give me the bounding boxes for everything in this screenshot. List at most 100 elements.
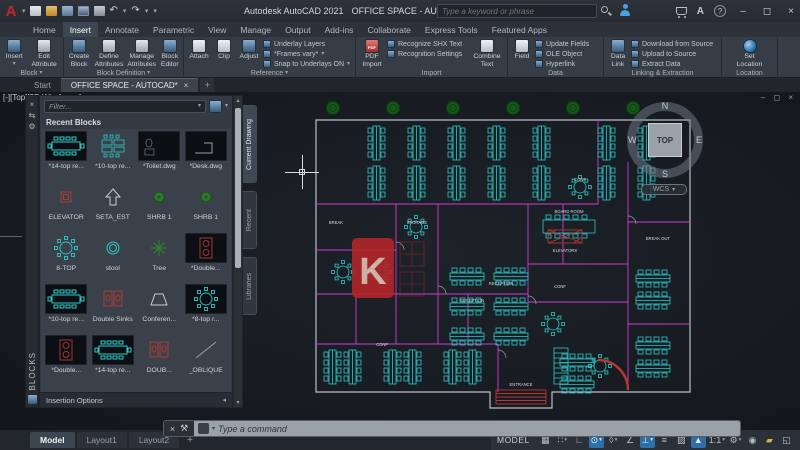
open-file-icon[interactable] xyxy=(46,6,57,16)
scrollbar-thumb[interactable] xyxy=(235,108,241,268)
isolate-objects-icon[interactable]: ◉ xyxy=(745,433,760,448)
help-icon[interactable]: ? xyxy=(714,5,726,17)
palette-properties-icon[interactable]: ⚙ xyxy=(28,121,35,132)
snap-to-underlays-button[interactable]: Snap to Underlays ON ▾ xyxy=(263,60,350,68)
sign-in-icon[interactable] xyxy=(620,4,630,17)
recognize-shx-button[interactable]: Recognize SHX Text xyxy=(387,40,469,48)
panel-label-block[interactable]: Block▾ xyxy=(0,68,63,78)
block-gallery-toggle-icon[interactable] xyxy=(209,100,222,113)
palette-scrollbar[interactable]: ▴ ▾ xyxy=(233,95,243,408)
pdf-import-button[interactable]: PDF PDF Import xyxy=(358,38,386,68)
clip-button[interactable]: Clip xyxy=(213,38,235,61)
clean-screen-icon[interactable]: ◱ xyxy=(779,433,794,448)
qat-customize-caret-icon[interactable]: ▾ xyxy=(153,7,157,15)
close-button[interactable]: × xyxy=(784,6,798,17)
palette-autohide-icon[interactable]: ⇆ xyxy=(29,110,36,121)
viewcube-west[interactable]: W xyxy=(628,135,637,145)
adjust-button[interactable]: Adjust xyxy=(236,38,262,61)
plot-icon[interactable] xyxy=(94,6,105,16)
redo-caret-icon[interactable]: ▾ xyxy=(145,7,149,15)
wcs-dropdown[interactable]: WCS ▾ xyxy=(641,184,687,195)
block-item[interactable]: *10-top re... xyxy=(43,284,90,335)
block-item[interactable]: SHRB 1 xyxy=(183,182,230,233)
block-item[interactable]: *Desk.dwg xyxy=(183,131,230,182)
restore-button[interactable]: ◻ xyxy=(760,6,774,17)
block-item[interactable]: SHRB 1 xyxy=(136,182,183,233)
panel-label-block-definition[interactable]: Block Definition▾ xyxy=(64,68,183,78)
ole-object-button[interactable]: OLE Object xyxy=(535,50,589,58)
file-tab-office-space[interactable]: OFFICE SPACE - AUTOCAD* × xyxy=(61,78,199,92)
tab-add-ins[interactable]: Add-ins xyxy=(318,22,361,37)
viewport-window-buttons[interactable]: – ◻ × xyxy=(761,93,796,102)
block-item[interactable]: Tree xyxy=(136,233,183,284)
block-item[interactable]: Conferen... xyxy=(136,284,183,335)
panel-label-import[interactable]: Import xyxy=(356,68,507,78)
update-fields-button[interactable]: Update Fields xyxy=(535,40,589,48)
create-block-button[interactable]: Create Block xyxy=(66,38,92,68)
tab-manage[interactable]: Manage xyxy=(233,22,278,37)
undo-icon[interactable]: ↶ xyxy=(110,6,118,16)
undo-caret-icon[interactable]: ▾ xyxy=(123,7,127,15)
frames-vary-button[interactable]: *Frames vary* ▾ xyxy=(263,50,350,58)
data-link-button[interactable]: Data Link xyxy=(606,38,630,68)
define-attributes-button[interactable]: Define Attributes xyxy=(93,38,125,68)
tab-featured-apps[interactable]: Featured Apps xyxy=(485,22,554,37)
block-item[interactable]: *Double... xyxy=(183,233,230,284)
tab-collaborate[interactable]: Collaborate xyxy=(360,22,417,37)
panel-label-location[interactable]: Location xyxy=(722,68,777,78)
viewcube-north[interactable]: N xyxy=(662,101,669,111)
block-item[interactable]: DOUB... xyxy=(136,335,183,386)
block-item[interactable]: Double Sinks xyxy=(90,284,137,335)
block-item[interactable]: ELEVATOR xyxy=(43,182,90,233)
tab-express-tools[interactable]: Express Tools xyxy=(418,22,485,37)
block-item[interactable]: *14-top re... xyxy=(90,335,137,386)
block-item[interactable]: *14-top re... xyxy=(43,131,90,182)
block-item[interactable]: *10-top re... xyxy=(90,131,137,182)
extract-data-button[interactable]: Extract Data xyxy=(631,60,713,68)
tab-home[interactable]: Home xyxy=(26,22,63,37)
field-button[interactable]: Field xyxy=(510,38,534,61)
autodesk-account-icon[interactable]: A xyxy=(697,6,704,17)
underlay-layers-button[interactable]: Underlay Layers xyxy=(263,40,350,48)
recent-commands-caret-icon[interactable]: ▾ xyxy=(212,425,215,432)
tab-parametric[interactable]: Parametric xyxy=(146,22,201,37)
tab-output[interactable]: Output xyxy=(278,22,318,37)
block-editor-button[interactable]: Block Editor xyxy=(159,38,181,68)
block-item[interactable]: stool xyxy=(90,233,137,284)
block-item[interactable]: *Double... xyxy=(43,335,90,386)
save-icon[interactable] xyxy=(62,6,73,16)
app-store-cart-icon[interactable] xyxy=(676,7,687,15)
panel-label-reference[interactable]: Reference▾ xyxy=(184,68,355,78)
filter-combobox[interactable]: Filter... ▾ xyxy=(44,100,206,113)
new-file-icon[interactable] xyxy=(30,6,41,16)
new-drawing-tab-button[interactable]: + xyxy=(200,78,214,92)
layout-tab-layout1[interactable]: Layout1 xyxy=(77,432,127,448)
viewcube[interactable]: N S E W TOP xyxy=(627,102,703,178)
tab-annotate[interactable]: Annotate xyxy=(98,22,146,37)
command-customize-wrench-icon[interactable]: ⚒ xyxy=(180,423,188,434)
command-input[interactable]: ▾ Type a command xyxy=(194,421,740,436)
palette-tab-recent[interactable]: Recent xyxy=(243,191,257,249)
palette-tab-current-drawing[interactable]: Current Drawing xyxy=(243,105,257,183)
layout-tab-model[interactable]: Model xyxy=(30,432,75,448)
tab-insert[interactable]: Insert xyxy=(63,22,98,37)
panel-label-linking[interactable]: Linking & Extraction xyxy=(604,68,721,78)
autocad-logo-icon[interactable]: A xyxy=(0,0,22,22)
block-item[interactable]: SETA_EST xyxy=(90,182,137,233)
block-item[interactable]: *8-top r... xyxy=(183,284,230,335)
graphics-performance-icon[interactable]: ▰ xyxy=(762,433,777,448)
search-box[interactable] xyxy=(437,4,597,18)
insertion-options-bar[interactable]: Insertion Options ◂ xyxy=(40,392,232,407)
app-menu-caret-icon[interactable]: ▾ xyxy=(22,7,26,15)
redo-icon[interactable]: ↷ xyxy=(131,6,139,16)
file-tab-start[interactable]: Start xyxy=(0,78,61,92)
combine-text-button[interactable]: Combine Text xyxy=(470,38,504,68)
gallery-caret-icon[interactable]: ▾ xyxy=(225,103,228,109)
block-item[interactable]: _OBLIQUE xyxy=(183,335,230,386)
attach-button[interactable]: Attach xyxy=(186,38,212,61)
block-item[interactable]: *Toilet.dwg xyxy=(136,131,183,182)
search-icon[interactable] xyxy=(601,6,608,13)
tab-view[interactable]: View xyxy=(201,22,233,37)
command-line-palette[interactable]: × ⚒ ▾ Type a command xyxy=(163,420,741,437)
hyperlink-button[interactable]: Hyperlink xyxy=(535,60,589,68)
